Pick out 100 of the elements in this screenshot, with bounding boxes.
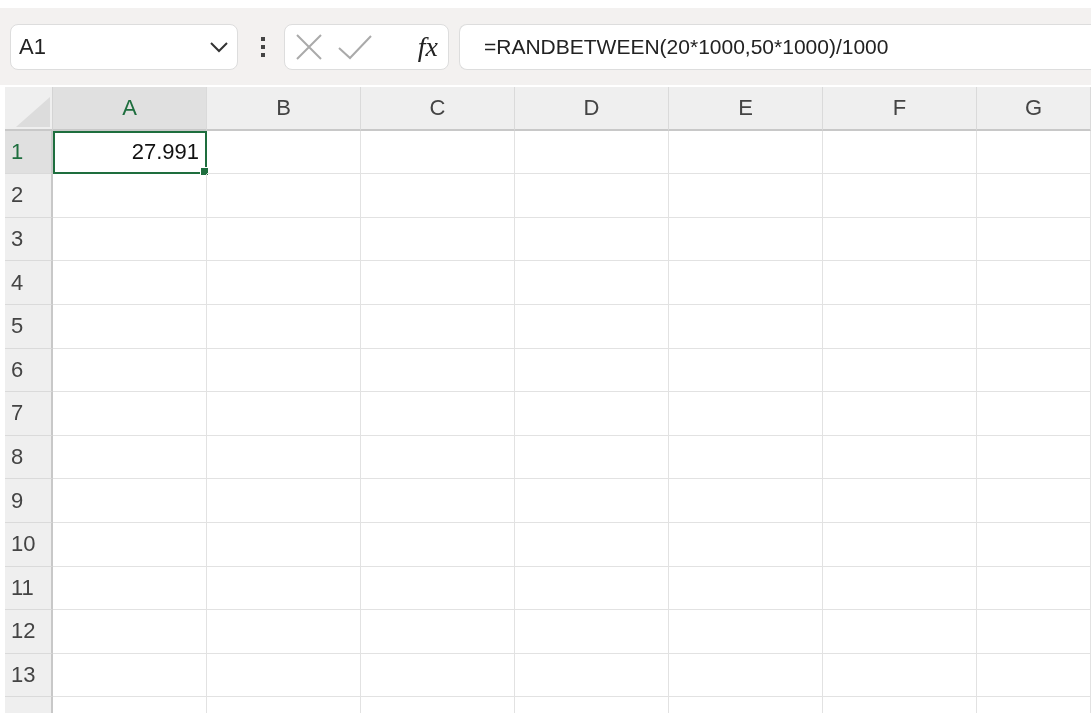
table-cell[interactable] (823, 217, 977, 262)
table-cell[interactable] (515, 174, 669, 218)
table-cell[interactable] (53, 217, 207, 262)
table-cell[interactable] (823, 522, 977, 567)
row-header[interactable]: 4 (5, 261, 53, 305)
table-cell[interactable] (207, 304, 361, 349)
table-cell[interactable] (207, 392, 361, 436)
row-header[interactable]: 5 (5, 304, 53, 349)
table-cell[interactable] (669, 479, 823, 523)
table-cell[interactable] (361, 130, 515, 175)
table-cell[interactable] (823, 653, 977, 698)
table-cell[interactable] (977, 130, 1091, 175)
table-cell[interactable] (977, 566, 1091, 611)
table-cell[interactable] (977, 653, 1091, 698)
table-cell[interactable] (361, 435, 515, 480)
row-header[interactable]: 11 (5, 566, 53, 611)
table-cell[interactable] (823, 392, 977, 436)
table-cell[interactable] (515, 610, 669, 654)
row-header[interactable]: 2 (5, 174, 53, 218)
table-cell[interactable] (669, 174, 823, 218)
table-cell[interactable] (823, 566, 977, 611)
table-cell[interactable] (977, 435, 1091, 480)
table-cell[interactable] (53, 610, 207, 654)
row-header[interactable]: 10 (5, 522, 53, 567)
table-cell[interactable] (515, 130, 669, 175)
table-cell[interactable] (53, 304, 207, 349)
table-cell[interactable] (669, 217, 823, 262)
row-header[interactable]: 7 (5, 392, 53, 436)
table-cell[interactable] (361, 566, 515, 611)
formula-field[interactable]: =RANDBETWEEN(20*1000,50*1000)/1000 (459, 23, 1091, 70)
column-header[interactable]: D (515, 87, 669, 131)
table-cell[interactable] (53, 392, 207, 436)
table-cell[interactable] (823, 610, 977, 654)
select-all-button[interactable] (5, 87, 53, 131)
table-cell[interactable] (361, 348, 515, 393)
table-cell[interactable] (53, 522, 207, 567)
table-cell[interactable] (823, 174, 977, 218)
table-cell[interactable] (515, 261, 669, 305)
insert-function-button[interactable]: fx (417, 30, 438, 63)
table-cell[interactable] (361, 522, 515, 567)
table-cell[interactable] (207, 566, 361, 611)
cancel-icon[interactable] (295, 32, 323, 61)
table-cell[interactable] (669, 566, 823, 611)
table-cell[interactable] (977, 522, 1091, 567)
table-cell[interactable] (977, 348, 1091, 393)
fill-handle[interactable] (200, 167, 209, 177)
table-cell[interactable] (669, 348, 823, 393)
table-cell[interactable] (53, 261, 207, 305)
caret-icon[interactable] (209, 40, 229, 53)
table-cell[interactable] (977, 392, 1091, 436)
table-cell[interactable] (823, 130, 977, 175)
row-header[interactable]: 8 (5, 435, 53, 480)
table-cell[interactable] (977, 261, 1091, 305)
column-header[interactable]: E (669, 87, 823, 131)
table-cell[interactable] (977, 479, 1091, 523)
table-cell[interactable] (53, 566, 207, 611)
table-cell[interactable] (361, 174, 515, 218)
table-cell[interactable] (515, 348, 669, 393)
table-cell[interactable] (361, 479, 515, 523)
table-cell[interactable] (53, 348, 207, 393)
table-cell[interactable] (669, 522, 823, 567)
table-cell[interactable] (515, 217, 669, 262)
table-cell[interactable] (515, 304, 669, 349)
row-header[interactable]: 9 (5, 479, 53, 523)
row-header[interactable]: 6 (5, 348, 53, 393)
table-cell[interactable] (823, 435, 977, 480)
table-cell[interactable] (669, 304, 823, 349)
table-cell[interactable] (53, 479, 207, 523)
table-cell[interactable] (361, 392, 515, 436)
column-header[interactable]: B (207, 87, 361, 131)
table-cell[interactable] (207, 130, 361, 175)
table-cell[interactable] (669, 435, 823, 480)
row-header[interactable]: 12 (5, 610, 53, 654)
table-cell[interactable] (361, 304, 515, 349)
table-cell[interactable] (361, 261, 515, 305)
table-cell[interactable] (977, 304, 1091, 349)
table-cell[interactable] (515, 435, 669, 480)
table-cell[interactable] (823, 348, 977, 393)
table-cell[interactable] (669, 653, 823, 698)
more-options-icon[interactable] (260, 34, 266, 59)
table-cell[interactable] (515, 392, 669, 436)
row-header[interactable]: 3 (5, 217, 53, 262)
table-cell[interactable] (207, 217, 361, 262)
table-cell[interactable] (361, 217, 515, 262)
table-cell[interactable] (207, 261, 361, 305)
table-cell[interactable] (53, 174, 207, 218)
table-cell[interactable] (669, 392, 823, 436)
column-header[interactable]: C (361, 87, 515, 131)
table-cell[interactable] (823, 479, 977, 523)
table-cell[interactable] (53, 653, 207, 698)
table-cell[interactable] (207, 435, 361, 480)
table-cell[interactable] (669, 261, 823, 305)
table-cell[interactable] (669, 130, 823, 175)
table-cell[interactable] (977, 610, 1091, 654)
table-cell[interactable] (977, 217, 1091, 262)
row-header[interactable]: 1 (5, 130, 53, 175)
column-header[interactable]: A (53, 87, 207, 131)
table-cell[interactable] (823, 261, 977, 305)
table-cell[interactable] (207, 479, 361, 523)
table-cell[interactable] (207, 610, 361, 654)
